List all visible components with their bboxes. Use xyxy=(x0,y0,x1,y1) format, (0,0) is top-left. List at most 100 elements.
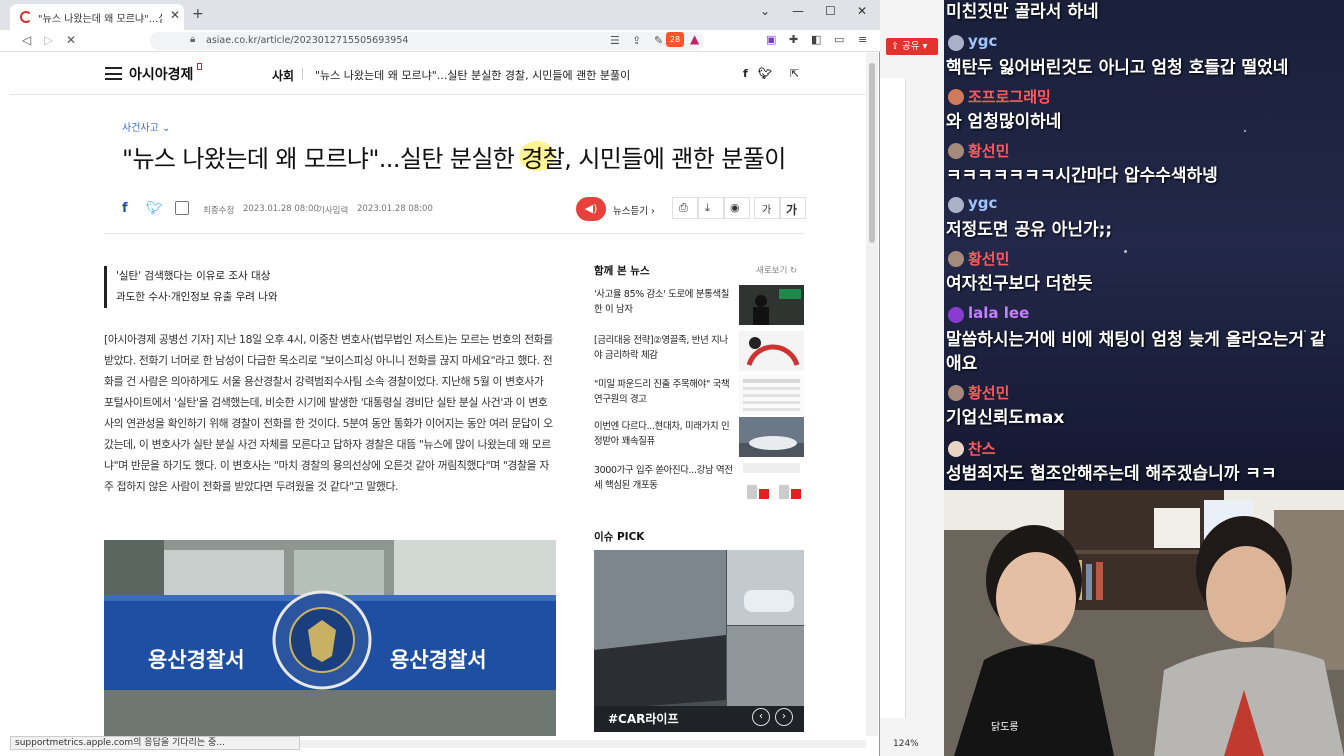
news-thumbnail xyxy=(739,331,804,371)
article-headline: "뉴스 나왔는데 왜 모르냐"...실탄 분실한 경찰, 시민들에 괜한 분풀이 xyxy=(122,145,786,173)
site-logo[interactable]: 아시아경제 xyxy=(129,64,193,84)
chat-username: 황선민 xyxy=(968,142,1010,160)
speaker-icon[interactable]: ◀) xyxy=(576,197,606,221)
minimize-icon[interactable]: — xyxy=(792,4,804,18)
brave-shield-icon[interactable]: 28 xyxy=(666,32,684,47)
summary-line: '실탄' 검색했다는 이유로 조사 대상 xyxy=(116,270,271,282)
wallet-icon[interactable]: ▭ xyxy=(834,33,844,46)
address-bar[interactable]: 🔒︎ asiae.co.kr/article/20230127155056939… xyxy=(150,32,704,50)
status-bar: supportmetrics.apple.com의 응답을 기다리는 중... xyxy=(10,736,300,750)
divider xyxy=(302,68,303,80)
chat-text-continued: 애요 xyxy=(946,354,978,374)
lock-icon: 🔒︎ xyxy=(190,34,196,45)
chat-text: 말씀하시는거에 비에 채팅이 엄청 늦게 올라오는거 같 xyxy=(946,330,1326,350)
screen: "뉴스 나왔는데 왜 모르냐"...실탄 ✕ + ⌄ — ☐ ✕ ◁ ▷ ✕ ⚑… xyxy=(0,0,1344,756)
facebook-share-icon[interactable]: f xyxy=(122,201,128,216)
news-item[interactable]: "미일 파운드리 진출 주목해야" 국책연구원의 경고 xyxy=(594,375,804,417)
share-page-icon[interactable]: ⇪ xyxy=(632,34,641,47)
news-item[interactable]: 이번엔 다르다...현대차, 미래가치 인정받아 꽤속질퓨 xyxy=(594,417,804,459)
avatar xyxy=(948,307,964,323)
facebook-icon[interactable]: f xyxy=(743,67,748,80)
edit-icon[interactable]: ✎ xyxy=(654,34,663,47)
background-window xyxy=(880,0,944,756)
new-tab-icon[interactable]: + xyxy=(192,6,204,22)
published-date: 2023.01.28 08:00 xyxy=(357,204,433,214)
article-body: [아시아경제 공병선 기자] 지난 18일 오후 4시, 이중찬 변호사(법무법… xyxy=(104,333,553,493)
hamburger-menu-icon[interactable] xyxy=(105,67,122,80)
chat-message: 찬스 성범죄자도 협조안해주는데 해주겠습니까 ㅋㅋ xyxy=(946,436,1342,486)
article-photo: 용산경찰서 용산경찰서 xyxy=(104,540,556,736)
photo-sign-right: 용산경찰서 xyxy=(390,648,487,672)
news-item[interactable]: [금리대응 전략]②영끌족, 반년 지나야 금리하락 체감 xyxy=(594,331,804,373)
rss-icon: ◉ xyxy=(730,201,740,214)
prev-icon[interactable]: ‹ xyxy=(752,708,770,726)
chat-message: 조프로그래밍 와 엄청많이하네 xyxy=(946,84,1342,134)
stop-icon[interactable]: ✕ xyxy=(66,33,76,47)
twitter-icon[interactable]: 🐦︎ xyxy=(758,67,772,80)
close-tab-icon[interactable]: ✕ xyxy=(170,8,180,22)
issue-pick-card[interactable]: #CAR라이프 ‹ › xyxy=(594,550,804,732)
twitter-share-icon[interactable]: 🐦︎ xyxy=(146,201,163,216)
chat-message: 황선민 ㅋㅋㅋㅋㅋㅋㅋ시간마다 압수수색하넹 xyxy=(946,138,1342,188)
sidebar-icon[interactable]: ◧ xyxy=(811,33,821,46)
avatar xyxy=(948,385,964,401)
page-viewport: 아시아경제 사회 "뉴스 나왔는데 왜 모르냐"...실탄 분실한 경찰, 시민… xyxy=(10,53,866,736)
menu-icon[interactable]: ≡ xyxy=(858,33,867,46)
section-name[interactable]: 사회 xyxy=(272,67,294,84)
chat-text: 여자친구보다 더한듯 xyxy=(946,274,1093,294)
summary-line: 과도한 수사·개인정보 유출 우려 나와 xyxy=(116,291,278,303)
vertical-scrollbar[interactable] xyxy=(866,53,878,736)
tab-search-icon[interactable]: ⌄ xyxy=(760,4,770,18)
news-item[interactable]: '사고율 85% 감소' 도로에 분통색칠한 이 남자 xyxy=(594,285,804,327)
refresh-icon: ↻ xyxy=(789,266,798,276)
share-icon[interactable]: ⇱ xyxy=(790,67,799,80)
brave-rewards-icon[interactable]: ▲ xyxy=(690,32,699,46)
updated-label: 최종수정 xyxy=(203,206,235,216)
brave-count: 28 xyxy=(669,35,681,44)
chat-overlay: 미친짓만 골라서 하네 ygc 핵탄두 잃어버린것도 아니고 엄청 호들갑 떨었… xyxy=(944,0,1344,490)
close-window-icon[interactable]: ✕ xyxy=(857,4,867,18)
url-text[interactable]: asiae.co.kr/article/2023012715505693954 xyxy=(206,35,408,46)
chat-username: ygc xyxy=(968,194,998,212)
news-item-title: 3000가구 입주 쏟아진다...강남 역전세 핵심된 개포동 xyxy=(594,465,733,491)
browser-window: "뉴스 나왔는데 왜 모르냐"...실탄 ✕ + ⌄ — ☐ ✕ ◁ ▷ ✕ ⚑… xyxy=(0,0,880,756)
refresh-button[interactable]: 새로보기 ↻ xyxy=(756,264,797,276)
published-label: 기사입력 xyxy=(317,206,349,216)
news-thumbnail xyxy=(739,285,804,325)
issue-pick-label: #CAR라이프 xyxy=(608,712,679,726)
avatar xyxy=(948,89,964,105)
tts-button[interactable]: 뉴스듣기 › xyxy=(613,203,655,217)
avatar xyxy=(948,35,964,51)
news-thumbnail xyxy=(739,417,804,457)
chat-text: 기업신뢰도max xyxy=(946,408,1065,428)
scroll-thumb[interactable] xyxy=(869,63,875,243)
article-category[interactable]: 사건사고 ⌄ xyxy=(122,119,170,134)
reader-icon[interactable]: ☰ xyxy=(610,34,620,47)
chat-text: 저정도면 공유 아닌가;; xyxy=(946,220,1113,240)
news-item[interactable]: 3000가구 입주 쏟아진다...강남 역전세 핵심된 개포동 xyxy=(594,461,804,503)
news-thumbnail xyxy=(739,461,804,501)
back-icon[interactable]: ◁ xyxy=(22,33,31,47)
chat-user: lala lee xyxy=(946,302,1342,328)
forward-icon[interactable]: ▷ xyxy=(44,33,53,47)
extension-icon[interactable]: ▣ xyxy=(766,33,776,46)
avatar xyxy=(948,197,964,213)
avatar xyxy=(948,441,964,457)
share-button[interactable]: ⇪ 공유 ▾ xyxy=(886,38,938,55)
chat-message: 미친짓만 골라서 하네 xyxy=(946,0,1342,24)
chat-text: 성범죄자도 협조안해주는데 해주겠습니까 ㅋㅋ xyxy=(946,464,1277,484)
chat-user: 황선민 xyxy=(946,138,1342,164)
font-large-label: 가 xyxy=(786,203,798,217)
active-tab[interactable]: "뉴스 나왔는데 왜 모르냐"...실탄 ✕ xyxy=(10,4,184,30)
maximize-icon[interactable]: ☐ xyxy=(825,4,836,18)
tab-title: "뉴스 나왔는데 왜 모르냐"...실탄 xyxy=(38,14,162,25)
download-button[interactable] xyxy=(698,197,724,219)
news-item-title: 이번엔 다르다...현대차, 미래가치 인정받아 꽤속질퓨 xyxy=(594,421,730,447)
avatar xyxy=(948,251,964,267)
extensions-puzzle-icon[interactable]: ✚ xyxy=(789,33,798,46)
issue-pick-image xyxy=(594,550,804,732)
next-icon[interactable]: › xyxy=(775,708,793,726)
chat-user: 찬스 xyxy=(946,436,1342,462)
link-share-icon[interactable] xyxy=(175,201,189,215)
chat-username: 조프로그래밍 xyxy=(968,88,1051,106)
